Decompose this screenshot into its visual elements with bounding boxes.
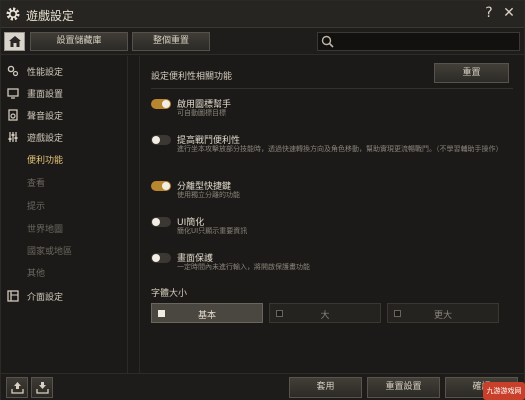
toggle-knob	[162, 100, 170, 108]
sidebar-item-sound[interactable]: 聲音設定	[1, 106, 127, 124]
option-desc: 一定時間內未進行輸入，將開啟保護畫功能	[177, 263, 310, 271]
sidebar-item-label: 畫面設置	[27, 90, 64, 100]
sidebar-item-performance[interactable]: 性能設定	[1, 62, 127, 80]
sidebar-subitem-other[interactable]: 其他	[27, 266, 45, 282]
help-button[interactable]: ?	[482, 5, 496, 21]
option-desc: 進行坐本攻擊放部分技能時，透過快速轉換方向及角色移動，幫助實現更流暢戰鬥。（不學…	[177, 145, 503, 153]
sidebar-item-label: 性能設定	[27, 68, 64, 78]
toggle-knob	[162, 182, 170, 190]
reset-settings-button[interactable]: 重置設置	[367, 377, 440, 398]
title-bar: 遊戲設定 ? ✕	[1, 1, 524, 28]
font-size-label: 大	[320, 311, 330, 321]
settings-storage-button[interactable]: 設置儲藏庫	[30, 32, 128, 51]
interface-icon	[7, 290, 19, 302]
export-button[interactable]	[31, 377, 53, 398]
window-title: 遊戲設定	[26, 9, 75, 23]
option-desc: 簡化UI只顯示重要資訊	[177, 227, 248, 235]
apply-button[interactable]: 套用	[289, 377, 362, 398]
sidebar-item-label: 聲音設定	[27, 112, 64, 122]
font-size-basic[interactable]: 基本	[151, 303, 263, 323]
game-settings-window: 遊戲設定 ? ✕ 設置儲藏庫 整個重置 性能設定 畫面設置 聲音設定 遊戲設定 …	[0, 0, 525, 400]
gear-icon	[6, 7, 20, 21]
bottom-bar: 套用 重置設置 確認	[1, 373, 524, 400]
font-size-large[interactable]: 大	[269, 303, 381, 323]
import-button[interactable]	[6, 377, 28, 398]
home-icon	[9, 36, 21, 47]
toggle-knob	[152, 136, 160, 144]
reset-all-button[interactable]: 整個重置	[132, 32, 210, 51]
content-divider	[139, 56, 140, 373]
toggle-ui-simplify[interactable]	[151, 217, 171, 227]
font-size-label: 基本	[197, 311, 216, 321]
sidebar-item-display[interactable]: 畫面設置	[1, 84, 127, 102]
search-input[interactable]	[338, 34, 516, 49]
font-size-label: 更大	[433, 311, 452, 321]
toggle-split-hotkeys[interactable]	[151, 181, 171, 191]
upload-icon	[11, 382, 24, 394]
performance-icon	[7, 65, 19, 77]
sidebar-subitem-region[interactable]: 國家或地區	[27, 244, 72, 260]
toolbar: 設置儲藏庫 整個重置	[1, 28, 524, 55]
download-icon	[36, 382, 49, 394]
sidebar-subitem-world-map[interactable]: 世界地圖	[27, 222, 63, 238]
sidebar: 性能設定 畫面設置 聲音設定 遊戲設定 便利功能 查看 提示 世界地圖 國家或地…	[1, 56, 128, 373]
toggle-target-helper[interactable]	[151, 99, 171, 109]
home-button[interactable]	[4, 32, 25, 51]
sidebar-item-interface[interactable]: 介面設定	[1, 287, 127, 305]
reset-button[interactable]: 重置	[434, 63, 509, 83]
section-title: 設定便利性相關功能	[151, 72, 233, 82]
sidebar-subitem-view[interactable]: 查看	[27, 176, 45, 192]
font-size-title: 字體大小	[151, 289, 188, 299]
sidebar-item-label: 遊戲設定	[27, 134, 64, 144]
toggle-screen-protect[interactable]	[151, 253, 171, 263]
search-box[interactable]	[317, 32, 520, 51]
sidebar-item-label: 介面設定	[27, 293, 64, 303]
sidebar-item-game[interactable]: 遊戲設定	[1, 128, 127, 146]
option-desc: 使用獨立分離的功能	[177, 191, 240, 199]
close-button[interactable]: ✕	[501, 5, 517, 21]
option-desc: 可自動圖標目標	[177, 109, 226, 117]
monitor-icon	[7, 88, 19, 99]
font-size-larger[interactable]: 更大	[387, 303, 499, 323]
speaker-icon	[8, 109, 18, 121]
sliders-icon	[8, 132, 18, 142]
toggle-knob	[152, 254, 160, 262]
toggle-knob	[152, 218, 160, 226]
watermark-logo: 九游游戏网	[483, 382, 525, 400]
search-icon	[321, 35, 334, 48]
sidebar-subitem-tips[interactable]: 提示	[27, 199, 45, 215]
sidebar-subitem-convenience[interactable]: 便利功能	[27, 153, 63, 169]
section-divider	[151, 88, 513, 89]
toggle-combat-convenience[interactable]	[151, 135, 171, 145]
